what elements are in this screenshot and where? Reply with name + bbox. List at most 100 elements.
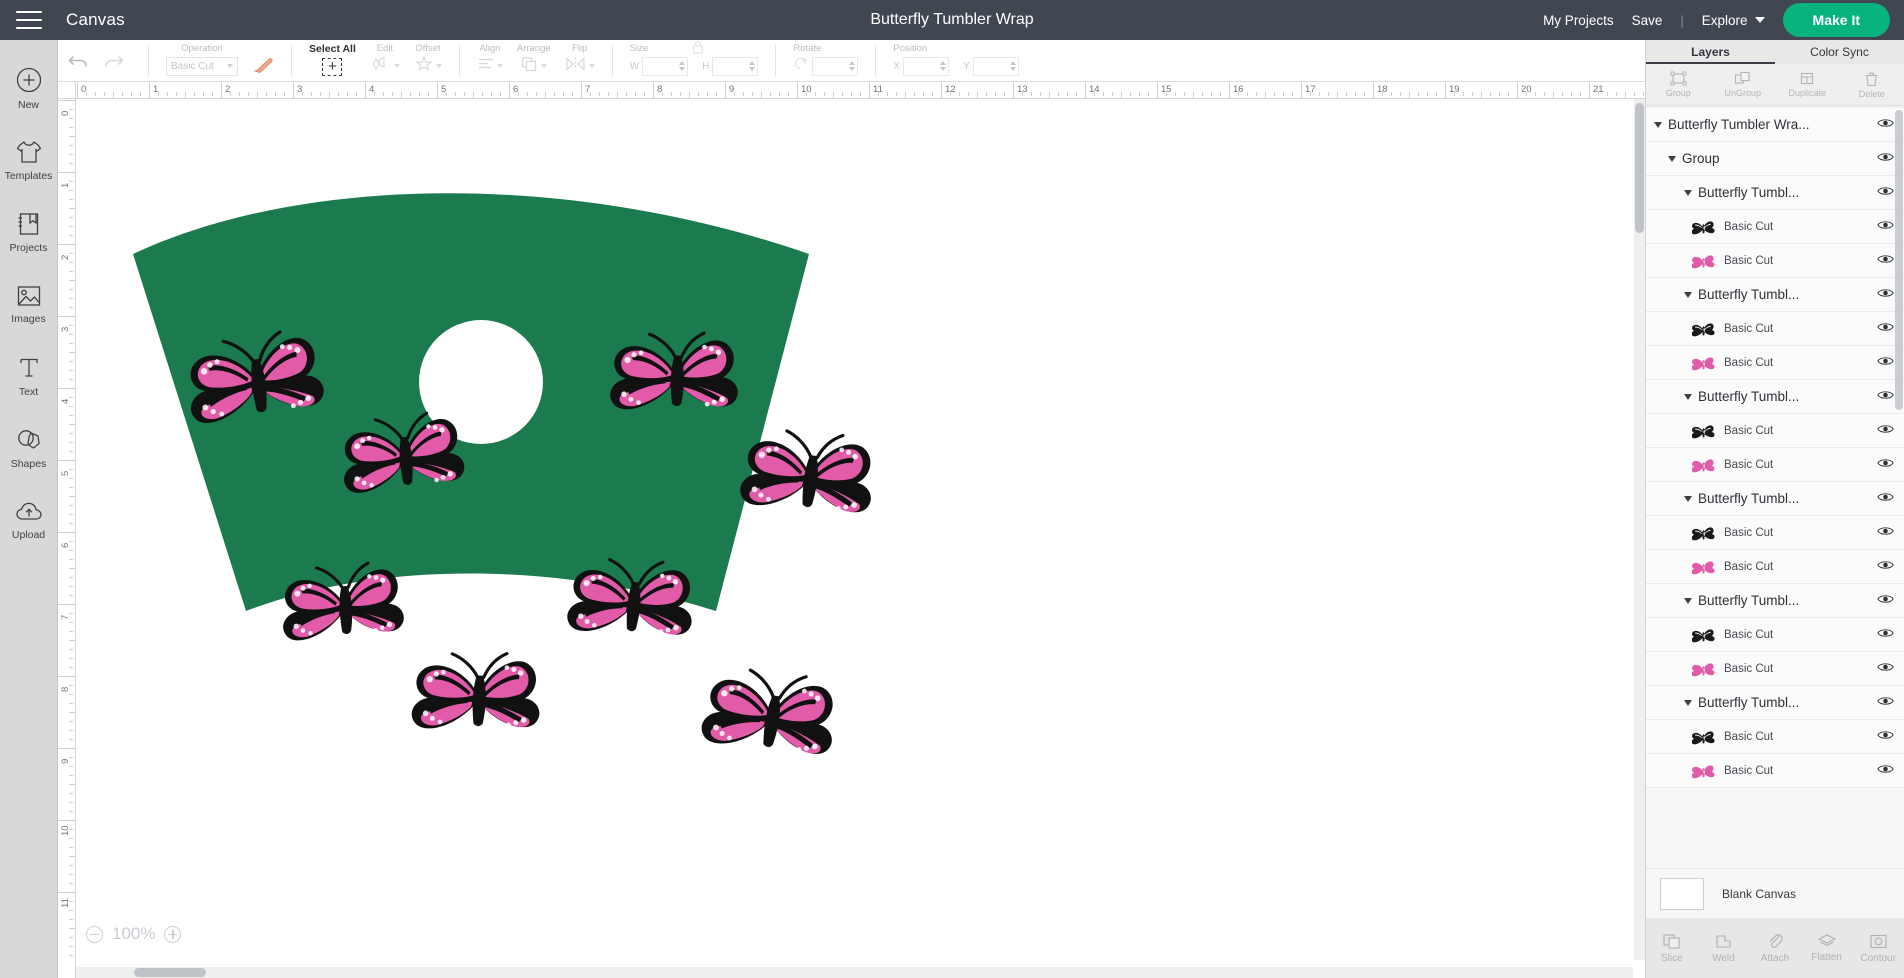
size-height-stepper[interactable]	[749, 61, 756, 71]
layer-visibility-toggle[interactable]	[1877, 626, 1894, 644]
eye-icon[interactable]	[1877, 525, 1894, 537]
design-svg[interactable]	[76, 99, 1633, 960]
layers-scrollbar[interactable]	[1895, 110, 1903, 866]
eye-icon[interactable]	[1877, 117, 1894, 129]
layer-row[interactable]: Basic Cut	[1646, 244, 1904, 278]
eye-icon[interactable]	[1877, 627, 1894, 639]
lock-icon[interactable]	[691, 40, 705, 60]
tab-color-sync[interactable]: Color Sync	[1775, 40, 1904, 64]
edit-icon[interactable]	[370, 55, 392, 77]
rotate-input[interactable]	[812, 56, 859, 76]
eye-icon[interactable]	[1877, 423, 1894, 435]
eye-icon[interactable]	[1877, 321, 1894, 333]
blank-canvas-row[interactable]: Blank Canvas	[1646, 868, 1904, 918]
align-icon[interactable]	[477, 56, 495, 77]
horizontal-scrollbar[interactable]	[76, 967, 1633, 978]
layer-row[interactable]: Basic Cut	[1646, 652, 1904, 686]
layer-visibility-toggle[interactable]	[1877, 388, 1894, 406]
layer-row[interactable]: Basic Cut	[1646, 414, 1904, 448]
offset-icon[interactable]	[414, 55, 434, 77]
layer-row[interactable]: Basic Cut	[1646, 550, 1904, 584]
eye-icon[interactable]	[1877, 355, 1894, 367]
redo-icon[interactable]	[104, 52, 124, 70]
artboard[interactable]	[76, 99, 1633, 960]
select-all-button[interactable]: +	[322, 57, 343, 76]
sidebar-item-templates[interactable]: Templates	[0, 124, 58, 196]
layer-visibility-toggle[interactable]	[1877, 490, 1894, 508]
layer-row[interactable]: Basic Cut	[1646, 210, 1904, 244]
layer-row[interactable]: Basic Cut	[1646, 720, 1904, 754]
butterfly-shape[interactable]	[411, 649, 542, 734]
size-width-input[interactable]	[642, 56, 689, 76]
size-height-input[interactable]	[712, 56, 759, 76]
disclosure-triangle-icon[interactable]	[1684, 699, 1692, 706]
hamburger-icon[interactable]	[16, 11, 42, 29]
layer-row[interactable]: Butterfly Tumbl...	[1646, 584, 1904, 618]
rotate-stepper[interactable]	[849, 61, 856, 71]
layer-visibility-toggle[interactable]	[1877, 184, 1894, 202]
layer-visibility-toggle[interactable]	[1877, 660, 1894, 678]
layer-row[interactable]: Butterfly Tumbl...	[1646, 380, 1904, 414]
eye-icon[interactable]	[1877, 559, 1894, 571]
butterfly-instance[interactable]	[699, 660, 842, 762]
save-button[interactable]: Save	[1632, 13, 1663, 28]
eye-icon[interactable]	[1877, 219, 1894, 231]
layer-visibility-toggle[interactable]	[1877, 728, 1894, 746]
disclosure-triangle-icon[interactable]	[1684, 495, 1692, 502]
flip-icon[interactable]	[565, 56, 587, 77]
minus-circle-icon[interactable]	[86, 925, 103, 943]
layer-visibility-toggle[interactable]	[1877, 286, 1894, 304]
layer-visibility-toggle[interactable]	[1877, 592, 1894, 610]
layer-visibility-toggle[interactable]	[1877, 320, 1894, 338]
layer-row[interactable]: Butterfly Tumbl...	[1646, 482, 1904, 516]
duplicate-button[interactable]: Duplicate	[1775, 71, 1840, 98]
layer-row[interactable]: Basic Cut	[1646, 448, 1904, 482]
attach-button[interactable]: Attach	[1749, 932, 1801, 964]
butterfly-instance[interactable]	[411, 649, 542, 734]
explore-machine-selector[interactable]: Explore	[1702, 13, 1765, 28]
eye-icon[interactable]	[1877, 593, 1894, 605]
layer-visibility-toggle[interactable]	[1877, 150, 1894, 168]
make-it-button[interactable]: Make It	[1782, 3, 1890, 37]
undo-icon[interactable]	[68, 52, 88, 70]
disclosure-triangle-icon[interactable]	[1668, 155, 1676, 162]
contour-button[interactable]: Contour	[1852, 933, 1904, 964]
size-width-stepper[interactable]	[679, 61, 686, 71]
layer-visibility-toggle[interactable]	[1877, 524, 1894, 542]
eye-icon[interactable]	[1877, 287, 1894, 299]
blank-canvas-swatch[interactable]	[1660, 877, 1704, 910]
layer-row[interactable]: Butterfly Tumbl...	[1646, 176, 1904, 210]
layer-visibility-toggle[interactable]	[1877, 694, 1894, 712]
sidebar-item-text[interactable]: Text	[0, 340, 58, 412]
layer-row[interactable]: Butterfly Tumbl...	[1646, 278, 1904, 312]
disclosure-triangle-icon[interactable]	[1684, 597, 1692, 604]
layer-row[interactable]: Basic Cut	[1646, 312, 1904, 346]
layer-row[interactable]: Basic Cut	[1646, 346, 1904, 380]
sidebar-item-projects[interactable]: Projects	[0, 196, 58, 268]
sidebar-item-new[interactable]: New	[0, 52, 58, 124]
canvas-area[interactable]: 0 1 2 3 4 5 6 7 8 9 10 11 12 13 14 15 16 17 18 19 20 21 0 1 2 3 4…	[58, 82, 1645, 978]
layer-row[interactable]: Basic Cut	[1646, 754, 1904, 788]
eye-icon[interactable]	[1877, 661, 1894, 673]
ungroup-button[interactable]: UnGroup	[1711, 71, 1776, 98]
plus-circle-icon[interactable]	[164, 925, 182, 943]
group-button[interactable]: Group	[1646, 71, 1711, 98]
disclosure-triangle-icon[interactable]	[1684, 393, 1692, 400]
flatten-button[interactable]: Flatten	[1801, 933, 1853, 963]
tab-layers[interactable]: Layers	[1646, 40, 1775, 64]
disclosure-triangle-icon[interactable]	[1684, 291, 1692, 298]
layer-visibility-toggle[interactable]	[1877, 116, 1894, 134]
layer-row[interactable]: Basic Cut	[1646, 516, 1904, 550]
position-x-stepper[interactable]	[940, 61, 947, 71]
disclosure-triangle-icon[interactable]	[1684, 189, 1692, 196]
eye-icon[interactable]	[1877, 763, 1894, 775]
layer-row[interactable]: Group	[1646, 142, 1904, 176]
position-y-input[interactable]	[972, 56, 1019, 76]
layer-row[interactable]: Butterfly Tumbler Wra...	[1646, 108, 1904, 142]
layer-visibility-toggle[interactable]	[1877, 354, 1894, 372]
scrollbar-thumb[interactable]	[134, 968, 206, 977]
operation-color-swatch[interactable]	[252, 56, 274, 74]
vertical-scrollbar[interactable]	[1634, 99, 1645, 960]
layer-row[interactable]: Butterfly Tumbl...	[1646, 686, 1904, 720]
weld-button[interactable]: Weld	[1698, 933, 1750, 964]
